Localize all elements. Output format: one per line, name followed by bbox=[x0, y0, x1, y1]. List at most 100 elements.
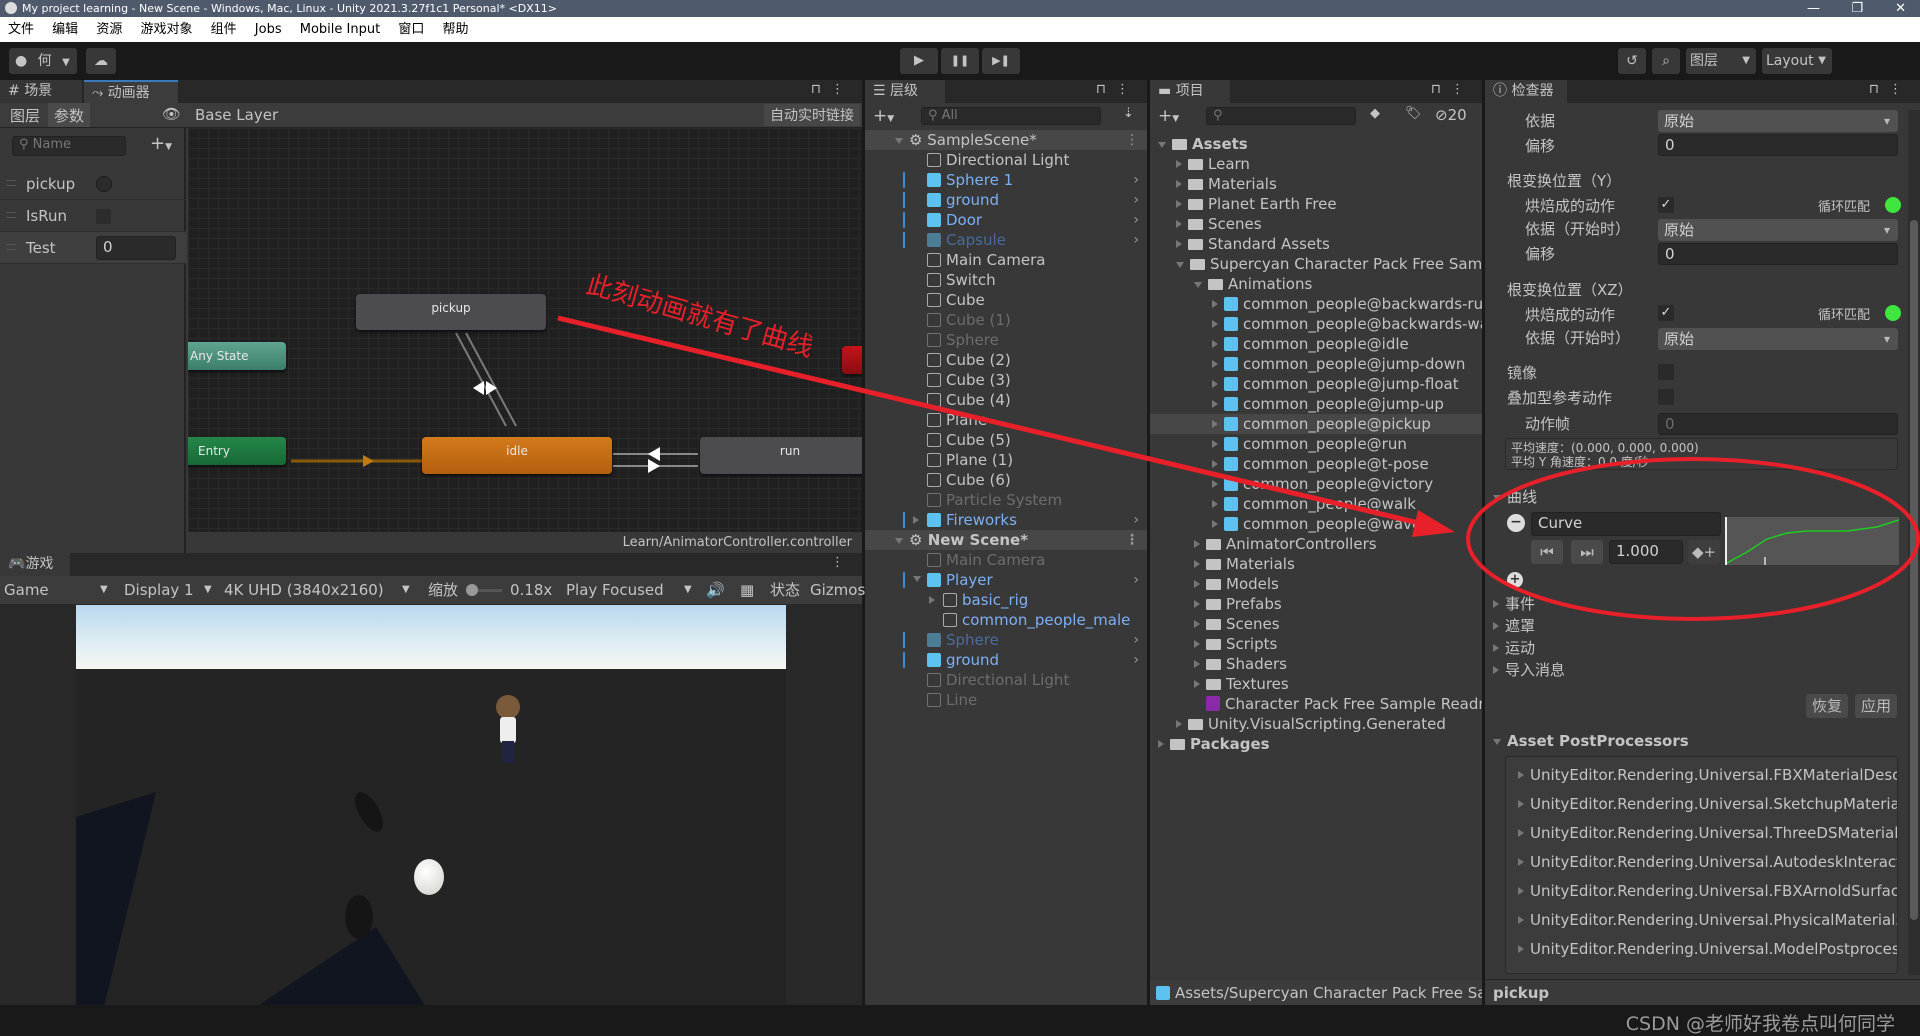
maximize-button[interactable]: ❐ bbox=[1851, 0, 1863, 17]
events-foldout[interactable]: 事件 bbox=[1493, 593, 1535, 614]
project-item[interactable]: AnimatorControllers bbox=[1150, 534, 1482, 554]
state-node-exit[interactable] bbox=[842, 346, 862, 374]
based-on-dropdown[interactable]: 原始 bbox=[1658, 110, 1898, 132]
menu-gameobject[interactable]: 游戏对象 bbox=[140, 22, 192, 37]
menu-file[interactable]: 文件 bbox=[8, 22, 34, 37]
add-param-button[interactable]: +▼ bbox=[150, 133, 172, 154]
add-key-button[interactable]: ◆+ bbox=[1688, 540, 1720, 564]
menu-component[interactable]: 组件 bbox=[211, 22, 237, 37]
hierarchy-item[interactable]: Capsule › bbox=[865, 230, 1147, 250]
menu-help[interactable]: 帮助 bbox=[442, 22, 468, 37]
panel-menu[interactable]: ⊓⋮ bbox=[1431, 82, 1474, 97]
state-node-entry[interactable]: Entry bbox=[188, 437, 286, 465]
account-dropdown[interactable]: ● 何 ▼ bbox=[9, 48, 77, 74]
create-button[interactable]: +▼ bbox=[1158, 106, 1179, 126]
hierarchy-item[interactable]: Door › bbox=[865, 210, 1147, 230]
scene-header[interactable]: ⚙ New Scene* ⋮ bbox=[865, 530, 1147, 550]
menu-window[interactable]: 窗口 bbox=[398, 22, 424, 37]
project-item[interactable]: Prefabs bbox=[1150, 594, 1482, 614]
hierarchy-item[interactable]: Switch bbox=[865, 270, 1147, 290]
hierarchy-item[interactable]: Main Camera bbox=[865, 550, 1147, 570]
stats-button[interactable]: 状态 bbox=[770, 576, 800, 604]
project-item[interactable]: Learn bbox=[1150, 154, 1482, 174]
project-item[interactable]: common_people@run bbox=[1150, 434, 1482, 454]
additive-checkbox[interactable] bbox=[1658, 389, 1674, 405]
project-item[interactable]: Character Pack Free Sample Readme bbox=[1150, 694, 1482, 714]
project-item[interactable]: Scenes bbox=[1150, 214, 1482, 234]
audio-mute-icon[interactable]: 🔊 bbox=[706, 576, 725, 604]
mask-foldout[interactable]: 遮罩 bbox=[1493, 615, 1535, 636]
project-item[interactable]: Animations bbox=[1150, 274, 1482, 294]
based-start-xz-dropdown[interactable]: 原始 bbox=[1658, 328, 1898, 350]
history-button[interactable]: ↺ bbox=[1618, 48, 1646, 74]
filter-by-label-icon[interactable]: 🏷 bbox=[1405, 106, 1422, 121]
hierarchy-item[interactable]: Player › bbox=[865, 570, 1147, 590]
hierarchy-item[interactable]: ground › bbox=[865, 190, 1147, 210]
state-machine-graph[interactable]: pickup Any State Entry idle run bbox=[188, 128, 862, 532]
project-item[interactable]: common_people@pickup bbox=[1150, 414, 1482, 434]
minimize-button[interactable]: — bbox=[1807, 0, 1820, 17]
project-item[interactable]: Assets bbox=[1150, 134, 1482, 154]
close-button[interactable]: ✕ bbox=[1895, 0, 1906, 17]
panel-menu[interactable]: ⊓⋮ bbox=[1869, 82, 1912, 97]
project-item[interactable]: Packages bbox=[1150, 734, 1482, 754]
next-key-button[interactable]: ⏭ bbox=[1571, 540, 1603, 564]
project-item[interactable]: Materials bbox=[1150, 554, 1482, 574]
remove-curve-button[interactable]: − bbox=[1507, 514, 1525, 532]
project-item[interactable]: common_people@jump-up bbox=[1150, 394, 1482, 414]
tab-project[interactable]: ▬ 项目 bbox=[1150, 80, 1230, 103]
hierarchy-item[interactable]: Main Camera bbox=[865, 250, 1147, 270]
bake-xz-checkbox[interactable]: ✓ bbox=[1658, 305, 1674, 321]
tab-animator[interactable]: ⤳ 动画器 bbox=[84, 80, 178, 103]
import-messages-foldout[interactable]: 导入消息 bbox=[1493, 659, 1565, 680]
tab-layers[interactable]: 图层 bbox=[10, 105, 40, 126]
menu-assets[interactable]: 资源 bbox=[96, 22, 122, 37]
shortcuts-icon[interactable]: ▦ bbox=[740, 576, 754, 604]
project-item[interactable]: Models bbox=[1150, 574, 1482, 594]
project-search-input[interactable]: ⚲ bbox=[1206, 107, 1356, 125]
layout-dropdown[interactable]: Layout ▼ bbox=[1762, 48, 1832, 74]
project-item[interactable]: common_people@wave bbox=[1150, 514, 1482, 534]
project-item[interactable]: Planet Earth Free bbox=[1150, 194, 1482, 214]
hierarchy-item[interactable]: basic_rig bbox=[865, 590, 1147, 610]
layers-dropdown[interactable]: 图层 ▼ bbox=[1686, 48, 1756, 74]
scale-slider-handle[interactable] bbox=[466, 584, 478, 596]
panel-menu[interactable]: ⊓⋮ bbox=[811, 82, 854, 97]
postprocessor-item[interactable]: UnityEditor.Rendering.Universal.ThreeDSM… bbox=[1506, 823, 1897, 843]
bake-y-checkbox[interactable]: ✓ bbox=[1658, 197, 1674, 213]
step-button[interactable]: ▶❚ bbox=[982, 48, 1020, 74]
hierarchy-item[interactable]: Cube (3) bbox=[865, 370, 1147, 390]
hierarchy-item[interactable]: Plane (1) bbox=[865, 450, 1147, 470]
cloud-button[interactable]: ☁ bbox=[86, 48, 116, 74]
hierarchy-item[interactable]: Directional Light bbox=[865, 150, 1147, 170]
tab-hierarchy[interactable]: ☰ 层级 bbox=[865, 80, 945, 103]
postprocessor-item[interactable]: UnityEditor.Rendering.Universal.Autodesk… bbox=[1506, 852, 1897, 872]
project-item[interactable]: common_people@idle bbox=[1150, 334, 1482, 354]
hierarchy-item[interactable]: Cube (6) bbox=[865, 470, 1147, 490]
hierarchy-item[interactable]: ground › bbox=[865, 650, 1147, 670]
motion-foldout[interactable]: 运动 bbox=[1493, 637, 1535, 658]
gizmos-button[interactable]: Gizmos bbox=[810, 576, 865, 604]
project-item[interactable]: Scripts bbox=[1150, 634, 1482, 654]
hierarchy-item[interactable]: Particle System bbox=[865, 490, 1147, 510]
tab-inspector[interactable]: ⓘ 检查器 bbox=[1485, 80, 1567, 103]
project-item[interactable]: common_people@jump-float bbox=[1150, 374, 1482, 394]
eye-icon[interactable]: 👁 bbox=[162, 105, 181, 123]
transition-line[interactable] bbox=[465, 332, 517, 427]
apply-button[interactable]: 应用 bbox=[1855, 694, 1897, 718]
project-item[interactable]: common_people@jump-down bbox=[1150, 354, 1482, 374]
game-viewport[interactable] bbox=[76, 605, 786, 1007]
bool-checkbox[interactable] bbox=[96, 209, 111, 224]
transition-line[interactable] bbox=[455, 332, 507, 427]
add-curve-button[interactable]: + bbox=[1507, 572, 1523, 588]
scene-header[interactable]: ⚙ SampleScene* ⋮ bbox=[865, 130, 1147, 150]
state-node-pickup[interactable]: pickup bbox=[356, 294, 546, 330]
based-start-y-dropdown[interactable]: 原始 bbox=[1658, 219, 1898, 241]
hierarchy-search-input[interactable]: ⚲ All bbox=[921, 107, 1101, 125]
play-button[interactable]: ▶ bbox=[900, 48, 938, 74]
offset-y-field[interactable]: 0 bbox=[1658, 243, 1898, 265]
trigger-toggle[interactable] bbox=[96, 176, 112, 192]
project-item[interactable]: Supercyan Character Pack Free Sample bbox=[1150, 254, 1482, 274]
param-row[interactable]: pickup bbox=[0, 168, 186, 200]
curves-foldout[interactable]: 曲线 bbox=[1493, 486, 1537, 507]
